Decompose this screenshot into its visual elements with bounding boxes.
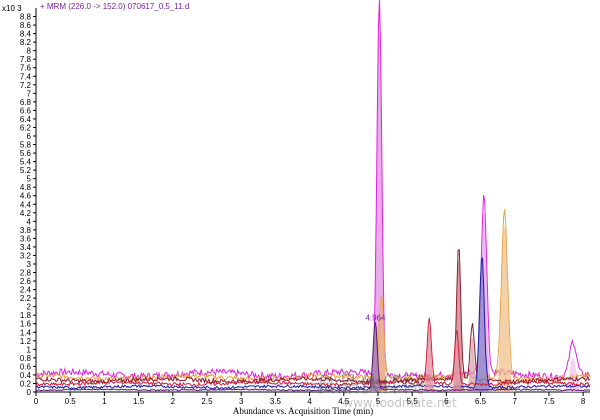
y-tick-label: 2.4 xyxy=(20,286,32,295)
y-tick-label: 4.2 xyxy=(20,209,32,218)
y-tick-label: 3 xyxy=(27,260,32,269)
y-tick-label: 6.2 xyxy=(20,123,32,132)
x-tick-label: 1 xyxy=(102,397,107,406)
x-tick-label: 2.5 xyxy=(201,397,213,406)
peak-annotation: 4.964 xyxy=(365,314,386,323)
y-tick-label: 3.4 xyxy=(20,243,32,252)
y-tick-label: 5.8 xyxy=(20,141,32,150)
y-tick-label: 0.6 xyxy=(20,362,32,371)
y-tick-label: 0 xyxy=(27,388,32,397)
y-tick-label: 6 xyxy=(27,132,32,141)
y-tick-label: 2 xyxy=(27,303,32,312)
y-tick-label: 5 xyxy=(27,175,32,184)
x-tick-label: 6.5 xyxy=(475,397,487,406)
x-tick-label: 0 xyxy=(34,397,39,406)
y-tick-label: 8 xyxy=(27,47,32,56)
y-tick-label: 0.8 xyxy=(20,354,32,363)
x-tick-label: 1.5 xyxy=(133,397,145,406)
y-tick-label: 8.8 xyxy=(20,13,32,22)
y-tick-label: 0.2 xyxy=(20,379,32,388)
y-tick-label: 3.6 xyxy=(20,234,32,243)
y-tick-label: 5.4 xyxy=(20,158,32,167)
y-tick-label: 1 xyxy=(27,345,32,354)
series-1 xyxy=(35,209,591,392)
x-tick-label: 8 xyxy=(581,397,586,406)
y-tick-label: 6.4 xyxy=(20,115,32,124)
y-tick-label: 0.4 xyxy=(20,371,32,380)
y-tick-label: 3.8 xyxy=(20,226,32,235)
y-tick-label: 1.4 xyxy=(20,328,32,337)
y-tick-label: 8.6 xyxy=(20,21,32,30)
x-tick-label: 3 xyxy=(239,397,244,406)
y-tick-label: 4.6 xyxy=(20,192,32,201)
y-tick-label: 1.6 xyxy=(20,320,32,329)
x-tick-label: 7 xyxy=(513,397,518,406)
y-tick-label: 7 xyxy=(27,89,32,98)
y-tick-label: 7.4 xyxy=(20,72,32,81)
watermark-url: www.foodmate.net xyxy=(343,396,457,410)
y-tick-label: 3.2 xyxy=(20,251,32,260)
y-tick-label: 4 xyxy=(27,217,32,226)
y-tick-label: 4.4 xyxy=(20,200,32,209)
series-layer xyxy=(35,0,591,392)
y-tick-label: 6.6 xyxy=(20,106,32,115)
y-tick-label: 8.2 xyxy=(20,38,32,47)
y-tick-label: 7.6 xyxy=(20,64,32,73)
y-tick-label: 7.8 xyxy=(20,55,32,64)
watermark-cn: 食品伙伴网 xyxy=(315,373,425,398)
y-tick-label: 6.8 xyxy=(20,98,32,107)
x-tick-label: 2 xyxy=(171,397,176,406)
y-tick-label: 4.8 xyxy=(20,183,32,192)
y-tick-label: 7.2 xyxy=(20,81,32,90)
y-multiplier-label: x10 3 xyxy=(2,4,22,13)
chromatogram-chart: 0 0.5 1 1.5 2 2.5 3 3.5 4 4.5 5 5.5 6 6.5 7 7.5 800.20.4… xyxy=(2,0,591,416)
y-tick-label: 2.6 xyxy=(20,277,32,286)
x-tick-label: 0.5 xyxy=(65,397,77,406)
y-tick-label: 5.6 xyxy=(20,149,32,158)
y-tick-label: 1.8 xyxy=(20,311,32,320)
y-tick-label: 8.4 xyxy=(20,30,32,39)
y-tick-label: 1.2 xyxy=(20,337,32,346)
x-tick-label: 4 xyxy=(307,397,312,406)
chart-title: + MRM (226.0 -> 152.0) 070617_0.5_11.d xyxy=(40,2,189,11)
y-tick-label: 5.2 xyxy=(20,166,32,175)
x-tick-label: 3.5 xyxy=(270,397,282,406)
y-tick-label: 2.8 xyxy=(20,269,32,278)
x-tick-label: 7.5 xyxy=(543,397,555,406)
y-tick-label: 2.2 xyxy=(20,294,32,303)
